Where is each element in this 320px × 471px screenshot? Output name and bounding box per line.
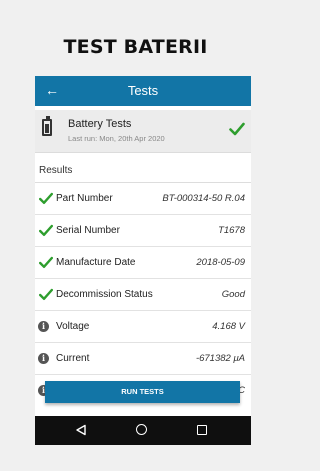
divider [35, 182, 251, 183]
result-row: Part Number BT-000314-50 R.04 [35, 184, 251, 215]
result-value: -671382 μA [195, 353, 245, 364]
nav-back-icon[interactable] [75, 424, 87, 436]
result-row: Serial Number T1678 [35, 216, 251, 247]
check-icon [39, 288, 53, 300]
nav-home-icon[interactable] [136, 424, 147, 435]
result-value: Good [221, 289, 245, 300]
result-label: Current [56, 353, 90, 364]
result-label: Manufacture Date [56, 257, 136, 268]
summary-last-run: Last run: Mon, 20th Apr 2020 [68, 134, 165, 143]
check-icon [39, 224, 53, 236]
results-header: Results [35, 161, 251, 183]
summary-title: Battery Tests [68, 118, 132, 130]
result-value: 2018-05-09 [196, 257, 245, 268]
battery-icon [42, 116, 52, 136]
app-bar-title: Tests [127, 83, 159, 98]
app-bar: ← Tests [35, 76, 251, 106]
nav-recent-icon[interactable] [197, 425, 207, 435]
android-nav-bar [35, 416, 251, 445]
page-title: TEST BATERII [63, 36, 208, 58]
result-row: i Current -671382 μA [35, 344, 251, 375]
result-value: T1678 [218, 225, 245, 236]
result-value: 4.168 V [212, 321, 245, 332]
result-row: i Voltage 4.168 V [35, 312, 251, 343]
check-icon [39, 192, 53, 204]
check-icon [229, 122, 245, 136]
run-tests-button[interactable]: RUN TESTS [45, 381, 240, 403]
result-label: Part Number [56, 193, 113, 204]
result-row: Decommission Status Good [35, 280, 251, 311]
battery-tests-summary[interactable]: Battery Tests Last run: Mon, 20th Apr 20… [35, 110, 251, 153]
result-row: Manufacture Date 2018-05-09 [35, 248, 251, 279]
results-header-label: Results [39, 165, 73, 176]
result-label: Voltage [56, 321, 90, 332]
result-label: Decommission Status [56, 289, 153, 300]
phone-screen: ← Tests Battery Tests Last run: Mon, 20t… [35, 76, 251, 445]
info-icon: i [38, 321, 49, 332]
check-icon [39, 256, 53, 268]
result-value: BT-000314-50 R.04 [162, 193, 245, 204]
result-label: Serial Number [56, 225, 120, 236]
info-icon: i [38, 353, 49, 364]
